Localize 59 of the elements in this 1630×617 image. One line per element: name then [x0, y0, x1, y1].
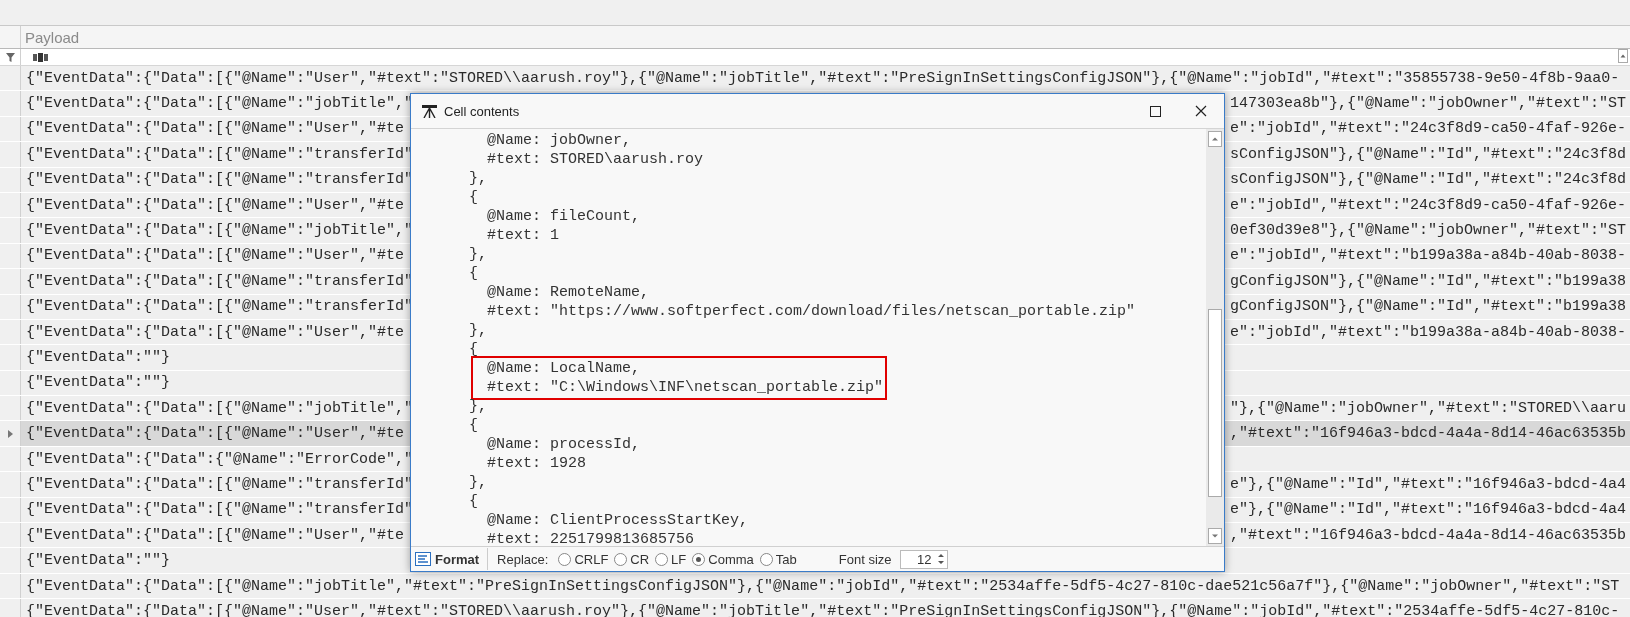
cell-text: {"EventData":{"Data":[{"@Name":"transferId" — [26, 475, 414, 493]
cell-text: e":"jobId","#text":"24c3f8d9-ca50-4faf-926e- — [1230, 196, 1628, 214]
cell-text: e":"jobId","#text":"24c3f8d9-ca50-4faf-926e- — [1230, 120, 1628, 138]
code-line: #text: STORED\aarush.roy — [486, 150, 705, 169]
cell-text: ,"#text":"16f946a3-bdcd-4a4a-8d14-46ac63535b — [1230, 526, 1628, 544]
cell-text: {"EventData":{"Data":{"@Name":"ErrorCode"," — [26, 450, 414, 468]
code-line: #text: 1928 — [486, 454, 588, 473]
code-line: }, — [468, 245, 488, 264]
cell-text: {"EventData":""} — [26, 349, 171, 366]
cell-text: gConfigJSON"},{"@Name":"Id","#text":"b199a38 — [1230, 298, 1628, 316]
cell-text: {"EventData":{"Data":[{"@Name":"User","#te — [26, 196, 405, 214]
cell-text: ,"#text":"16f946a3-bdcd-4a4a-8d14-46ac63535b — [1230, 425, 1628, 443]
cell-text: 0ef30d39e8"},{"@Name":"jobOwner","#text":"ST — [1230, 222, 1628, 240]
code-line: @Name: fileCount, — [486, 207, 642, 226]
cell-text: sConfigJSON"},{"@Name":"Id","#text":"24c3f8d — [1230, 145, 1628, 163]
cell-text: {"EventData":{"Data":[{"@Name":"jobTitle"," — [26, 95, 414, 113]
code-line: @Name: RemoteName, — [486, 283, 651, 302]
code-line: }, — [468, 321, 488, 340]
cell-text: {"EventData":""} — [26, 374, 171, 392]
cell-text: {"EventData":{"Data":[{"@Name":"User","#te — [26, 425, 405, 443]
window-title: Cell contents — [444, 103, 520, 119]
cell-text: sConfigJSON"},{"@Name":"Id","#text":"24c3f8d — [1230, 171, 1628, 189]
code-line: @Name: ClientProcessStartKey, — [486, 511, 750, 530]
code-line: }, — [468, 473, 488, 492]
cell-text: {"EventData":{"Data":[{"@Name":"transferId" — [26, 145, 414, 163]
cell-text: gConfigJSON"},{"@Name":"Id","#text":"b199a38 — [1230, 272, 1628, 290]
cell-text: {"EventData":{"Data":[{"@Name":"jobTitle"," — [26, 222, 414, 240]
cell-text: {"EventData":{"Data":[{"@Name":"transferId" — [26, 501, 414, 519]
cell-text: {"EventData":{"Data":[{"@Name":"transferId" — [26, 272, 414, 290]
cell-text: {"EventData":{"Data":[{"@Name":"User","#te — [26, 120, 405, 138]
code-line: @Name: processId, — [486, 435, 642, 454]
cell-text: {"EventData":{"Data":[{"@Name":"User","#text":"STORED\\aarush.roy"},{"@Name":"jobTitle","#text":"PreSignInSettingsConfigJSON"},{"@Name":"jobId","#text":"35855738-9e50-4f8b-9aa0- — [26, 69, 1620, 87]
cell-text: e":"jobId","#text":"b199a38a-a84b-40ab-8038- — [1230, 323, 1628, 341]
code-line: @Name: jobOwner, — [486, 131, 633, 150]
code-line: { — [468, 492, 479, 511]
code-line: #text: "C:\Windows\INF\netscan_portable.zip" — [486, 378, 885, 397]
replace-label: Replace: — [497, 551, 549, 567]
code-line: #text: 1 — [486, 226, 561, 245]
code-line: #text: "https://www.softperfect.com/download/files/netscan_portable.zip" — [486, 302, 1137, 321]
cell-text: e":"jobId","#text":"b199a38a-a84b-40ab-8038- — [1230, 247, 1628, 265]
cell-text: {"EventData":{"Data":[{"@Name":"transferId" — [26, 171, 414, 189]
code-line: #text: 2251799813685756 — [486, 530, 696, 546]
cell-text: {"EventData":{"Data":[{"@Name":"jobTitle","#text":"PreSignInSettingsConfigJSON"},{"@Name":"jobId","#text":"2534affe-5df5-4c27-810c-dae521c56a7f"},{"@Name":"jobOwner","#text":"ST — [26, 577, 1620, 595]
code-line: { — [468, 264, 479, 283]
cell-text: e"},{"@Name":"Id","#text":"16f946a3-bdcd-4a4 — [1230, 501, 1628, 519]
cell-text: {"EventData":{"Data":[{"@Name":"transferId" — [26, 298, 414, 316]
cell-text: {"EventData":{"Data":[{"@Name":"User","#te — [26, 526, 405, 544]
cell-text: "},{"@Name":"jobOwner","#text":"STORED\\aaru — [1230, 399, 1628, 417]
code-line: { — [468, 188, 479, 207]
code-line: }, — [468, 397, 488, 416]
cell-text: e"},{"@Name":"Id","#text":"16f946a3-bdcd-4a4 — [1230, 475, 1628, 493]
cell-text: {"EventData":{"Data":[{"@Name":"User","#te — [26, 323, 405, 341]
font-size-label: Font size — [838, 551, 892, 567]
code-line: { — [468, 416, 479, 435]
cell-text: {"EventData":""} — [26, 552, 171, 570]
cell-text: {"EventData":{"Data":[{"@Name":"User","#te — [26, 247, 405, 265]
cell-text: {"EventData":{"Data":[{"@Name":"jobTitle"," — [26, 399, 414, 417]
cell-text: 147303ea8b"},{"@Name":"jobOwner","#text":"ST — [1230, 95, 1628, 113]
code-line: }, — [468, 169, 488, 188]
